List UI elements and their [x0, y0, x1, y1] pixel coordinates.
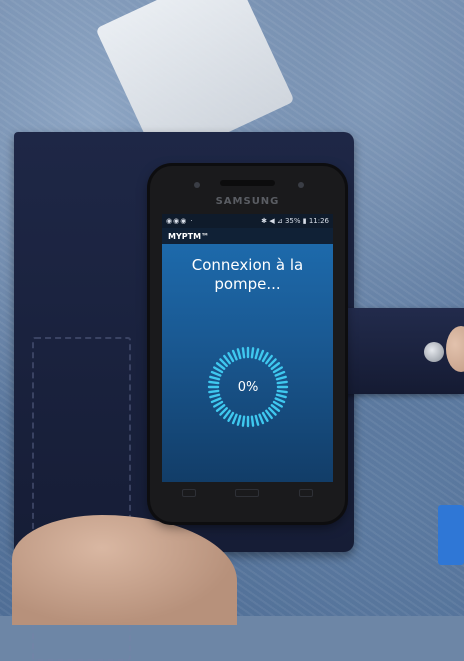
recent-apps-button[interactable] [181, 489, 196, 497]
phone-brand-logo: SAMSUNG [215, 196, 280, 207]
connection-message: Connexion à la pompe... [191, 256, 304, 293]
home-button[interactable] [235, 489, 260, 497]
earpiece-speaker [220, 180, 275, 186]
sensor-icon [298, 182, 304, 188]
back-button[interactable] [299, 489, 314, 497]
smartphone: SAMSUNG ◉◉◉ · ✱ ◀ ⊿ 35% ▮ 11:26 MYPTM™ C… [150, 166, 345, 522]
progress-label: 0% [237, 379, 259, 395]
phone-screen: ◉◉◉ · ✱ ◀ ⊿ 35% ▮ 11:26 MYPTM™ Connexion… [162, 214, 333, 482]
app-bar: MYPTM™ [162, 228, 333, 244]
progress-ring: 0% [207, 346, 289, 428]
status-right: ✱ ◀ ⊿ 35% ▮ 11:26 [261, 217, 329, 225]
navigation-bar [162, 482, 333, 504]
notification-icons: ◉◉◉ · [166, 217, 194, 225]
front-camera-icon [194, 182, 200, 188]
snap-button [424, 342, 444, 362]
status-bar: ◉◉◉ · ✱ ◀ ⊿ 35% ▮ 11:26 [162, 214, 333, 228]
blue-device [438, 505, 464, 565]
app-title: MYPTM™ [168, 231, 210, 241]
